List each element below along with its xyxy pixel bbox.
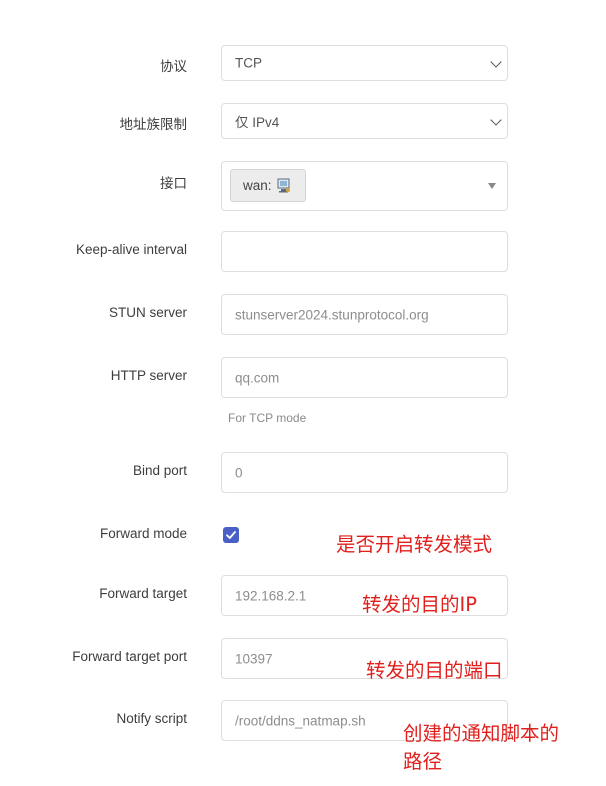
- http-server-placeholder: qq.com: [235, 370, 280, 385]
- forward-mode-checkbox[interactable]: [223, 527, 239, 543]
- protocol-select[interactable]: TCP: [221, 45, 508, 81]
- protocol-value: TCP: [235, 55, 262, 71]
- annotation-forward-mode: 是否开启转发模式: [336, 533, 493, 556]
- annotation-forward-target: 转发的目的IP: [362, 593, 478, 616]
- interface-chip-wan[interactable]: wan:: [230, 169, 306, 202]
- forward-mode-label: Forward mode: [99, 526, 187, 541]
- http-server-hint: For TCP mode: [228, 411, 307, 425]
- interface-chip-label: wan:: [243, 178, 272, 193]
- keepalive-input[interactable]: [221, 231, 508, 272]
- forward-target-label: Forward target: [99, 586, 187, 601]
- notify-script-label: Notify script: [116, 711, 187, 726]
- forward-port-label: Forward target port: [72, 649, 187, 664]
- interface-dropdown[interactable]: wan:: [221, 161, 508, 211]
- keepalive-label: Keep-alive interval: [75, 242, 187, 257]
- network-interface-icon: [277, 178, 290, 193]
- http-server-label: HTTP server: [110, 368, 187, 383]
- chevron-down-icon: [490, 56, 502, 68]
- http-server-input[interactable]: qq.com: [221, 357, 508, 398]
- chevron-down-icon: [490, 114, 502, 126]
- interface-label: 接口: [160, 176, 187, 191]
- forward-port-placeholder: 10397: [235, 651, 273, 666]
- annotation-forward-port: 转发的目的端口: [366, 659, 503, 682]
- stun-server-label: STUN server: [108, 305, 187, 320]
- dropdown-arrow-icon: [488, 183, 496, 189]
- stun-server-input[interactable]: stunserver2024.stunprotocol.org: [221, 294, 508, 335]
- address-family-label: 地址族限制: [119, 117, 188, 132]
- annotation-notify-script-line2: 路径: [403, 750, 443, 773]
- address-family-select[interactable]: 仅 IPv4: [221, 103, 508, 139]
- annotation-notify-script-line1: 创建的通知脚本的: [403, 722, 560, 745]
- notify-script-placeholder: /root/ddns_natmap.sh: [235, 713, 366, 728]
- stun-server-placeholder: stunserver2024.stunprotocol.org: [235, 307, 429, 322]
- checkmark-icon: [226, 531, 236, 539]
- protocol-label: 协议: [160, 59, 187, 74]
- address-family-value: 仅 IPv4: [235, 115, 280, 130]
- forward-target-placeholder: 192.168.2.1: [235, 588, 307, 603]
- bind-port-placeholder: 0: [235, 465, 243, 480]
- bind-port-label: Bind port: [132, 463, 187, 478]
- bind-port-input[interactable]: 0: [221, 452, 508, 493]
